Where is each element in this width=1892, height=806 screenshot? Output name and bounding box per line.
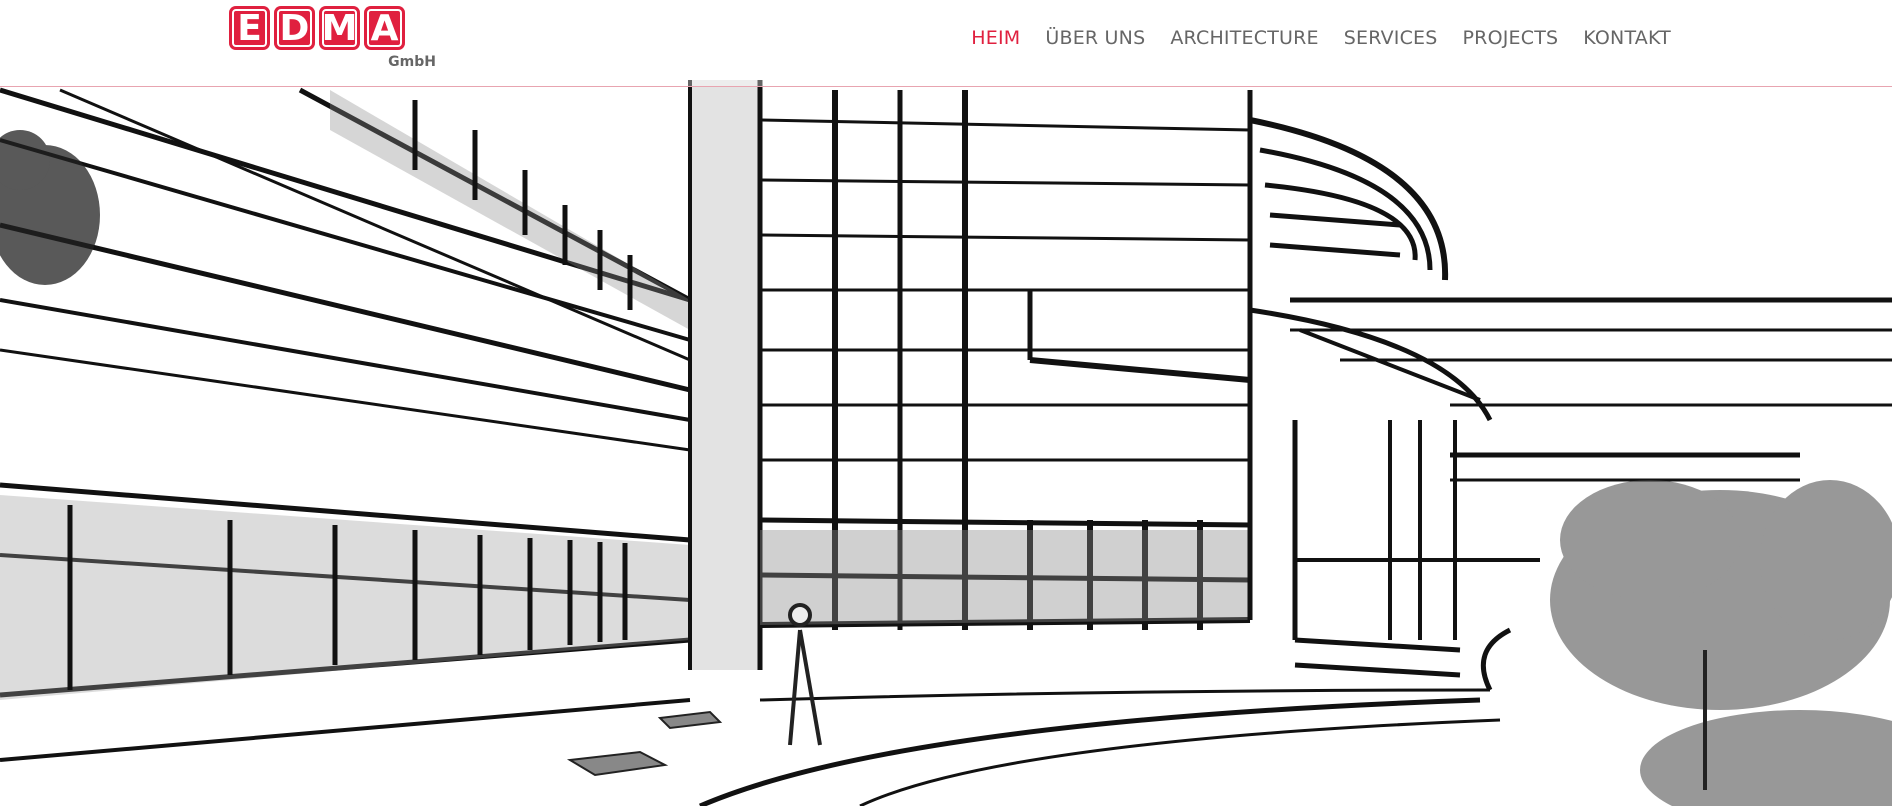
- logo-letter: M: [319, 6, 360, 50]
- main-nav: HEIM ÜBER UNS ARCHITECTURE SERVICES PROJ…: [971, 27, 1671, 49]
- edma-logo[interactable]: E D M A GmbH: [229, 6, 439, 72]
- site-header: E D M A GmbH HEIM ÜBER UNS ARCHITECTURE …: [0, 0, 1892, 87]
- logo-letter: A: [364, 6, 405, 50]
- logo-letter: D: [274, 6, 315, 50]
- nav-item-projects[interactable]: PROJECTS: [1463, 27, 1559, 49]
- logo-subtitle: GmbH: [388, 54, 436, 70]
- nav-item-ueber-uns[interactable]: ÜBER UNS: [1045, 27, 1145, 49]
- hero-sketch-image: [0, 0, 1892, 806]
- nav-item-architecture[interactable]: ARCHITECTURE: [1170, 27, 1318, 49]
- logo-letters: E D M A: [229, 6, 439, 50]
- logo-letter: E: [229, 6, 270, 50]
- nav-item-heim[interactable]: HEIM: [971, 27, 1020, 49]
- nav-item-kontakt[interactable]: KONTAKT: [1583, 27, 1671, 49]
- nav-item-services[interactable]: SERVICES: [1344, 27, 1438, 49]
